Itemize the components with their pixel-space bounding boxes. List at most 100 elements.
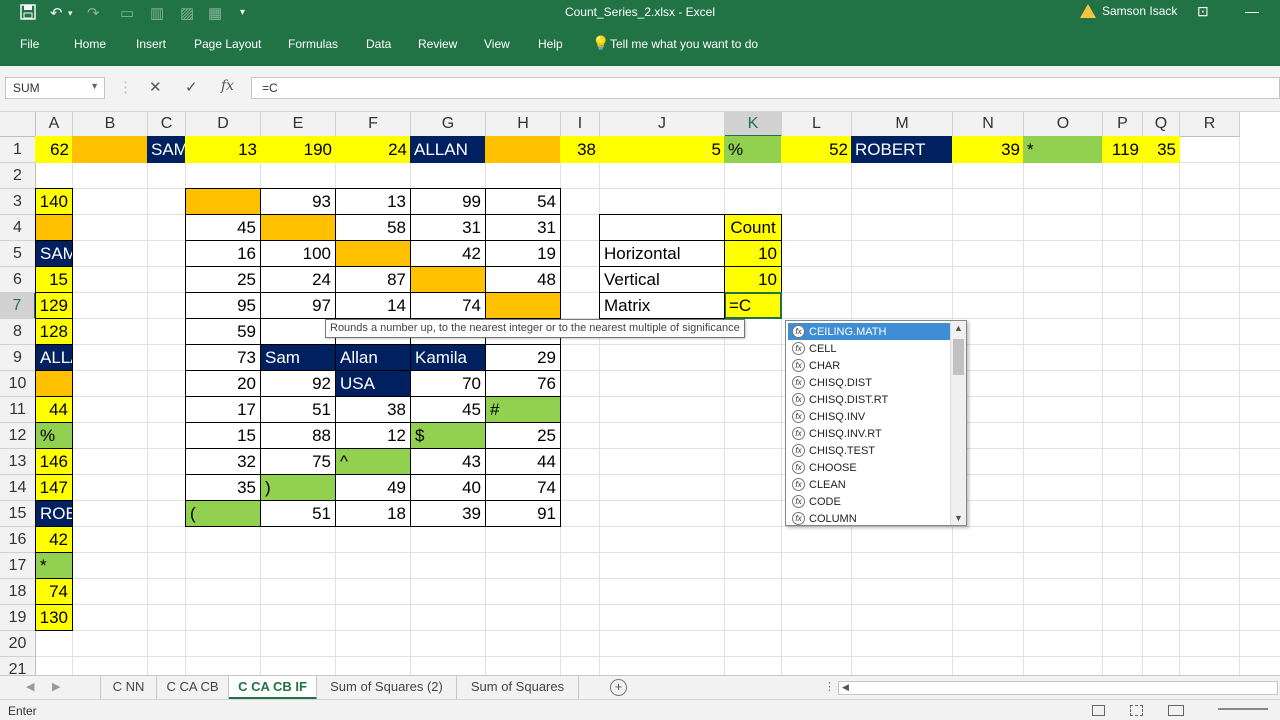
cell-g13[interactable]: 43 xyxy=(410,448,486,475)
row-header-16[interactable]: 16 xyxy=(0,527,36,553)
cell-d12[interactable]: 15 xyxy=(185,422,261,449)
tell-me-search[interactable]: Tell me what you want to do xyxy=(610,37,758,51)
cell-d3[interactable] xyxy=(185,188,261,215)
cell-k7[interactable]: =C xyxy=(724,292,782,319)
cell-d7[interactable]: 95 xyxy=(185,292,261,319)
cell-j6[interactable]: Vertical xyxy=(599,266,725,293)
cell-f13[interactable]: ^ xyxy=(335,448,411,475)
cell-g11[interactable]: 45 xyxy=(410,396,486,423)
cell-j1[interactable]: 5 xyxy=(599,136,725,163)
cell-f15[interactable]: 18 xyxy=(335,500,411,527)
autocomplete-list[interactable]: ▲ ▼ fx CEILING.MATH fx CELL fx CHAR fx CHISQ.DI… xyxy=(785,320,967,526)
cell-h13[interactable]: 44 xyxy=(485,448,561,475)
cell-g9[interactable]: Kamila xyxy=(410,344,486,371)
cell-a7[interactable]: 129 xyxy=(35,292,73,319)
cell-d11[interactable]: 17 xyxy=(185,396,261,423)
cell-h9[interactable]: 29 xyxy=(485,344,561,371)
cell-e5[interactable]: 100 xyxy=(260,240,336,267)
cell-f7[interactable]: 14 xyxy=(335,292,411,319)
cell-a1[interactable]: 62 xyxy=(35,136,73,163)
cell-h7[interactable] xyxy=(485,292,561,319)
cell-e12[interactable]: 88 xyxy=(260,422,336,449)
cell-f11[interactable]: 38 xyxy=(335,396,411,423)
column-header-h[interactable]: H xyxy=(486,112,561,137)
cell-g3[interactable]: 99 xyxy=(410,188,486,215)
cell-f12[interactable]: 12 xyxy=(335,422,411,449)
row-header-20[interactable]: 20 xyxy=(0,631,36,657)
cell-d4[interactable]: 45 xyxy=(185,214,261,241)
cell-h11[interactable]: # xyxy=(485,396,561,423)
row-header-13[interactable]: 13 xyxy=(0,449,36,475)
column-header-n[interactable]: N xyxy=(953,112,1024,137)
cell-f3[interactable]: 13 xyxy=(335,188,411,215)
cell-k1[interactable]: % xyxy=(724,136,782,163)
sheet-tab-c-ca-cb-if[interactable]: C CA CB IF xyxy=(229,676,317,700)
next-sheet-icon[interactable]: ▶ xyxy=(52,680,60,693)
cell-a17[interactable]: * xyxy=(35,552,73,579)
scroll-down-icon[interactable]: ▼ xyxy=(954,513,963,523)
cell-d5[interactable]: 16 xyxy=(185,240,261,267)
column-header-o[interactable]: O xyxy=(1024,112,1103,137)
cell-a15[interactable]: ROBERT xyxy=(35,500,73,527)
row-header-3[interactable]: 3 xyxy=(0,189,36,215)
autocomplete-item[interactable]: fx CEILING.MATH xyxy=(788,323,950,340)
name-box[interactable]: SUM ▼ xyxy=(5,77,105,99)
cell-e11[interactable]: 51 xyxy=(260,396,336,423)
cell-e15[interactable]: 51 xyxy=(260,500,336,527)
column-header-g[interactable]: G xyxy=(411,112,486,137)
column-header-i[interactable]: I xyxy=(561,112,600,137)
cell-p1[interactable]: 119 xyxy=(1102,136,1143,163)
row-header-15[interactable]: 15 xyxy=(0,501,36,527)
row-header-2[interactable]: 2 xyxy=(0,163,36,189)
cell-g6[interactable] xyxy=(410,266,486,293)
cell-f14[interactable]: 49 xyxy=(335,474,411,501)
horizontal-scrollbar[interactable]: ◀ xyxy=(838,681,1278,695)
sheet-tab-c-nn[interactable]: C NN xyxy=(100,676,157,700)
cell-k6[interactable]: 10 xyxy=(724,266,782,293)
cell-h12[interactable]: 25 xyxy=(485,422,561,449)
scroll-left-icon[interactable]: ◀ xyxy=(842,682,849,693)
autocomplete-item[interactable]: fx CELL xyxy=(788,340,950,357)
cell-h4[interactable]: 31 xyxy=(485,214,561,241)
row-header-7[interactable]: 7 xyxy=(0,293,36,319)
cell-f4[interactable]: 58 xyxy=(335,214,411,241)
cell-a3[interactable]: 140 xyxy=(35,188,73,215)
column-header-f[interactable]: F xyxy=(336,112,411,137)
cell-j7[interactable]: Matrix xyxy=(599,292,725,319)
page-layout-view-icon[interactable] xyxy=(1130,705,1143,716)
cell-a14[interactable]: 147 xyxy=(35,474,73,501)
cell-d9[interactable]: 73 xyxy=(185,344,261,371)
insert-function-icon[interactable]: fx xyxy=(221,78,234,94)
cell-b1[interactable] xyxy=(72,136,148,163)
cell-d6[interactable]: 25 xyxy=(185,266,261,293)
tab-insert[interactable]: Insert xyxy=(136,37,166,51)
cell-c1[interactable]: SAM xyxy=(147,136,186,163)
column-header-e[interactable]: E xyxy=(261,112,336,137)
column-header-m[interactable]: M xyxy=(852,112,953,137)
cell-d8[interactable]: 59 xyxy=(185,318,261,345)
sheet-tab-sum-of-squares[interactable]: Sum of Squares xyxy=(457,676,579,700)
column-header-a[interactable]: A xyxy=(36,112,73,137)
cell-d1[interactable]: 13 xyxy=(185,136,261,163)
tab-formulas[interactable]: Formulas xyxy=(288,37,338,51)
tab-view[interactable]: View xyxy=(484,37,510,51)
cell-f5[interactable] xyxy=(335,240,411,267)
column-header-r[interactable]: R xyxy=(1180,112,1240,137)
cell-a16[interactable]: 42 xyxy=(35,526,73,553)
cell-a12[interactable]: % xyxy=(35,422,73,449)
cell-g7[interactable]: 74 xyxy=(410,292,486,319)
user-account[interactable]: Samson Isack xyxy=(1080,4,1177,18)
cell-a6[interactable]: 15 xyxy=(35,266,73,293)
row-header-4[interactable]: 4 xyxy=(0,215,36,241)
cell-d13[interactable]: 32 xyxy=(185,448,261,475)
cell-a18[interactable]: 74 xyxy=(35,578,73,605)
tab-help[interactable]: Help xyxy=(538,37,563,51)
column-header-d[interactable]: D xyxy=(186,112,261,137)
cell-n1[interactable]: 39 xyxy=(952,136,1024,163)
cell-f6[interactable]: 87 xyxy=(335,266,411,293)
cell-g10[interactable]: 70 xyxy=(410,370,486,397)
cell-i1[interactable]: 38 xyxy=(560,136,600,163)
ribbon-display-icon[interactable]: ⊡ xyxy=(1197,3,1209,20)
cell-k5[interactable]: 10 xyxy=(724,240,782,267)
cell-h1[interactable] xyxy=(485,136,561,163)
